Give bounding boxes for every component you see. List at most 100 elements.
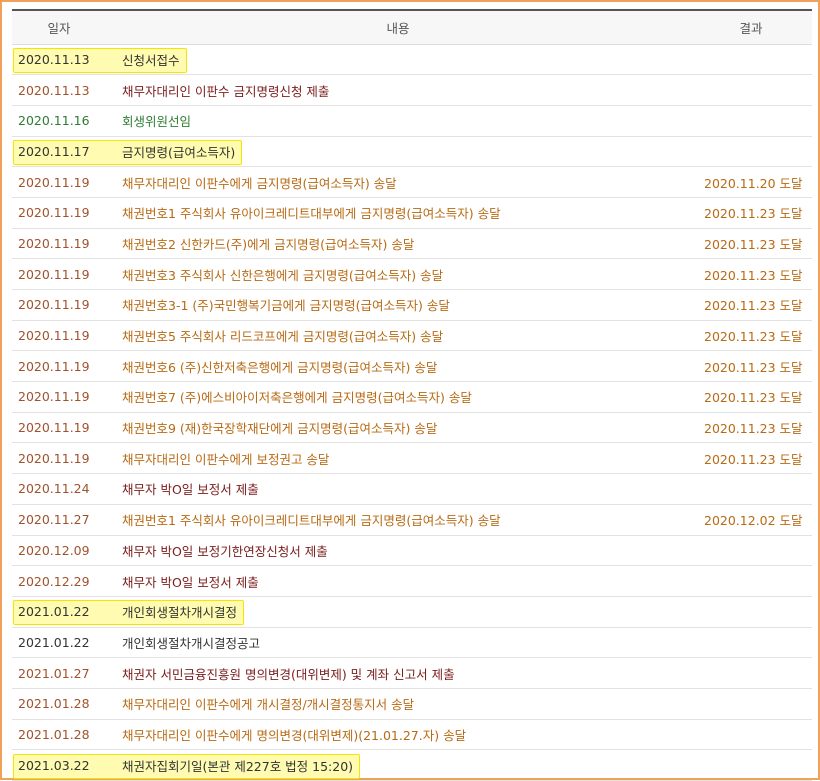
row-result: 2020.12.02 도달 (704, 513, 803, 529)
row-content: 채무자 박O일 보정기한연장신청서 제출 (122, 543, 328, 559)
table-row: 2021.01.27 채권자 서민금융진흥원 명의변경(대위변제) 및 계좌 신고… (12, 658, 812, 689)
row-result (690, 474, 812, 505)
header-result: 결과 (690, 10, 812, 45)
row-date: 2020.11.19 (18, 450, 90, 466)
table-row: 2020.11.16 회생위원선임 (12, 105, 812, 137)
row-date: 2021.01.28 (18, 696, 90, 712)
row-date: 2021.03.22 (18, 757, 90, 773)
row-content: 채권자 서민금융진흥원 명의변경(대위변제) 및 계좌 신고서 제출 (122, 666, 455, 682)
row-result (690, 44, 812, 75)
row-date: 2020.11.19 (18, 328, 90, 344)
table-row: 2020.11.19 채무자대리인 이판수에게 금지명령(급여소득자) 송달 202… (12, 167, 812, 198)
row-content: 채무자 박O일 보정서 제출 (122, 574, 259, 590)
row-content: 채권번호9 (재)한국장학재단에게 금지명령(급여소득자) 송달 (122, 421, 438, 437)
table-row: 2020.11.19 채권번호7 (주)에스비아이저축은행에게 금지명령(급여소득… (12, 382, 812, 413)
row-result (690, 627, 812, 658)
row-result: 2020.11.23 도달 (704, 451, 803, 467)
table-row: 2020.11.19 채권번호2 신한카드(주)에게 금지명령(급여소득자) 송달… (12, 228, 812, 259)
table-row: 2020.11.19 채권번호1 주식회사 유아이크레디트대부에게 금지명령(급여… (12, 197, 812, 229)
row-result: 2020.11.23 도달 (704, 298, 803, 314)
row-content: 회생위원선임 (122, 114, 192, 130)
row-content: 채무자대리인 이판수에게 보정권고 송달 (122, 451, 330, 467)
row-content: 채권번호5 주식회사 리드코프에게 금지명령(급여소득자) 송달 (122, 329, 444, 345)
table-row: 2020.11.17 금지명령(급여소득자) (12, 136, 812, 167)
row-content: 채무자대리인 이판수에게 개시결정/개시결정통지서 송달 (122, 697, 415, 713)
row-date: 2020.11.27 (18, 512, 90, 528)
table-row: 2021.01.22 개인회생절차개시결정공고 (12, 627, 812, 658)
row-content: 신청서접수 (122, 52, 180, 68)
table-row: 2021.01.22 개인회생절차개시결정 (12, 596, 812, 628)
row-date: 2020.11.13 (18, 82, 90, 98)
row-result: 2020.11.23 도달 (704, 329, 803, 345)
row-result (690, 566, 812, 597)
row-date: 2021.01.22 (18, 604, 90, 620)
row-date: 2020.11.19 (18, 297, 90, 313)
row-content: 채무자대리인 이판수에게 명의변경(대위변제)(21.01.27.자) 송달 (122, 727, 467, 743)
row-result (690, 105, 812, 136)
row-content: 채권번호1 주식회사 유아이크레디트대부에게 금지명령(급여소득자) 송달 (122, 206, 501, 222)
row-date: 2021.01.28 (18, 726, 90, 742)
row-date: 2021.01.22 (18, 634, 90, 650)
row-date: 2020.11.24 (18, 481, 90, 497)
row-result (690, 688, 812, 719)
table-row: 2020.11.24 채무자 박O일 보정서 제출 (12, 474, 812, 505)
table-row: 2020.12.09 채무자 박O일 보정기한연장신청서 제출 (12, 535, 812, 566)
row-date: 2020.11.19 (18, 235, 90, 251)
row-date: 2020.11.19 (18, 420, 90, 436)
row-content: 채무자 박O일 보정서 제출 (122, 482, 259, 498)
row-content: 채권번호7 (주)에스비아이저축은행에게 금지명령(급여소득자) 송달 (122, 390, 472, 406)
header-content: 내용 (106, 10, 690, 45)
table-header-row: 일자 내용 결과 (12, 10, 812, 45)
row-date: 2020.11.19 (18, 205, 90, 221)
row-content: 채권자집회기일(본관 제227호 법정 15:20) (122, 758, 354, 774)
table-row: 2020.11.27 채권번호1 주식회사 유아이크레디트대부에게 금지명령(급여… (12, 504, 812, 535)
row-date: 2020.11.19 (18, 389, 90, 405)
row-content: 채권번호1 주식회사 유아이크레디트대부에게 금지명령(급여소득자) 송달 (122, 513, 501, 529)
row-date: 2020.12.09 (18, 542, 90, 558)
table-row: 2021.03.22 채권자집회기일(본관 제227호 법정 15:20) (12, 750, 812, 781)
table-row: 2021.01.28 채무자대리인 이판수에게 명의변경(대위변제)(21.01.… (12, 719, 812, 750)
row-result (690, 136, 812, 167)
row-content: 채권번호2 신한카드(주)에게 금지명령(급여소득자) 송달 (122, 236, 415, 252)
row-date: 2020.11.19 (18, 358, 90, 374)
row-content: 채권번호3-1 (주)국민행복기금에게 금지명령(급여소득자) 송달 (122, 298, 450, 314)
row-date: 2020.11.19 (18, 266, 90, 282)
row-date: 2020.11.16 (18, 113, 90, 129)
table-row: 2020.11.19 채권번호6 (주)신한저축은행에게 금지명령(급여소득자) … (12, 351, 812, 382)
row-content: 개인회생절차개시결정공고 (122, 635, 261, 651)
table-row: 2020.11.19 채권번호9 (재)한국장학재단에게 금지명령(급여소득자) … (12, 412, 812, 443)
row-content: 채무자대리인 이판수 금지명령신청 제출 (122, 83, 330, 99)
row-date: 2020.11.19 (18, 174, 90, 190)
table-row: 2020.12.29 채무자 박O일 보정서 제출 (12, 566, 812, 597)
row-date: 2020.12.29 (18, 573, 90, 589)
row-result: 2020.11.23 도달 (704, 390, 803, 406)
header-date: 일자 (12, 10, 106, 45)
row-content: 개인회생절차개시결정 (122, 605, 238, 621)
row-content: 채권번호6 (주)신한저축은행에게 금지명령(급여소득자) 송달 (122, 359, 438, 375)
row-result: 2020.11.23 도달 (704, 206, 803, 222)
table-body: 2020.11.13 신청서접수 2020.11.13 채무자대리인 이판수 금지명령… (12, 44, 812, 781)
row-result: 2020.11.20 도달 (704, 175, 803, 191)
row-content: 금지명령(급여소득자) (122, 144, 236, 160)
row-result (690, 719, 812, 750)
row-date: 2020.11.17 (18, 143, 90, 159)
table-row: 2020.11.19 채권번호3-1 (주)국민행복기금에게 금지명령(급여소득자… (12, 290, 812, 321)
row-content: 채권번호3 주식회사 신한은행에게 금지명령(급여소득자) 송달 (122, 267, 444, 283)
row-result: 2020.11.23 도달 (704, 236, 803, 252)
row-result (690, 535, 812, 566)
row-result (690, 596, 812, 627)
row-result: 2020.11.23 도달 (704, 421, 803, 437)
row-result (690, 750, 812, 781)
table-row: 2021.01.28 채무자대리인 이판수에게 개시결정/개시결정통지서 송달 (12, 688, 812, 720)
table-row: 2020.11.19 채무자대리인 이판수에게 보정권고 송달 2020.11.23… (12, 443, 812, 474)
row-date: 2020.11.13 (18, 51, 90, 67)
table-row: 2020.11.19 채권번호3 주식회사 신한은행에게 금지명령(급여소득자) … (12, 259, 812, 290)
table-row: 2020.11.13 신청서접수 (12, 44, 812, 75)
row-result: 2020.11.23 도달 (704, 267, 803, 283)
table-row: 2020.11.19 채권번호5 주식회사 리드코프에게 금지명령(급여소득자) … (12, 320, 812, 351)
row-content: 채무자대리인 이판수에게 금지명령(급여소득자) 송달 (122, 175, 397, 191)
row-result (690, 658, 812, 689)
row-date: 2021.01.27 (18, 665, 90, 681)
row-result: 2020.11.23 도달 (704, 359, 803, 375)
case-history-table: 일자 내용 결과 2020.11.13 신청서접수 2020.11.13 채무자대리인… (12, 9, 812, 781)
